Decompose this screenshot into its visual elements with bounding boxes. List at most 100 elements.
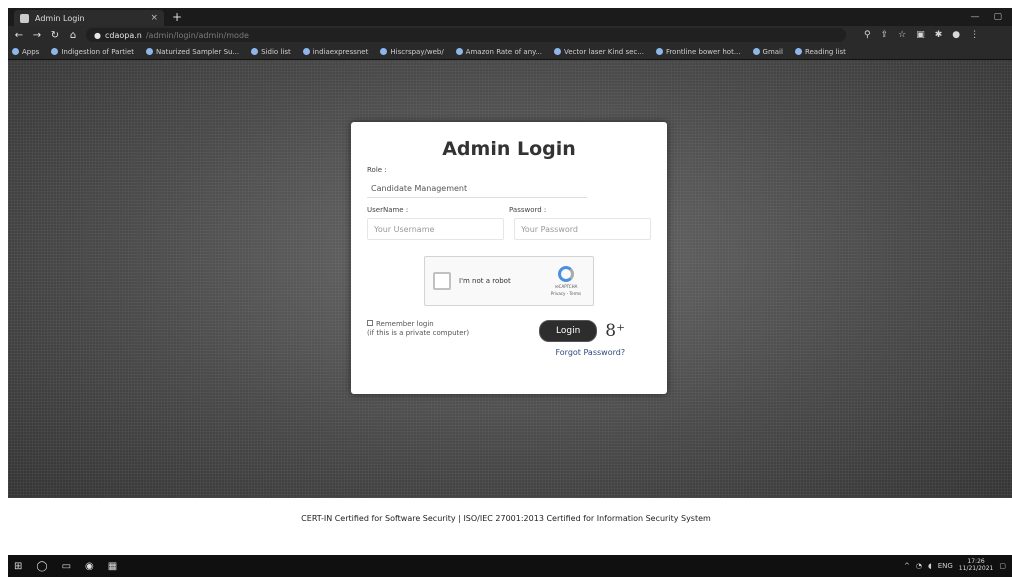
bookmark-label: Amazon Rate of any... [465, 47, 542, 56]
bookmark-icon [51, 48, 59, 55]
remember-login[interactable]: Remember login (if this is a private com… [367, 320, 527, 338]
login-actions: Remember login (if this is a private com… [367, 320, 651, 357]
share-icon[interactable]: ⇪ [881, 30, 889, 40]
volume-icon[interactable]: ◖ [928, 562, 932, 570]
password-label: Password : [509, 206, 547, 214]
bookmark-icon [553, 48, 561, 55]
bookmark-label: Indigestion of Partiet [61, 47, 135, 56]
windows-start-icon[interactable]: ⊞ [14, 561, 22, 572]
recaptcha-badge: reCAPTCHA Privacy - Terms [547, 266, 585, 296]
tab-bar: Admin Login × + — ▢ [8, 8, 1012, 26]
login-button[interactable]: Login [539, 320, 598, 342]
bookmark-item[interactable]: Indigestion of Partiet [51, 48, 134, 56]
search-icon[interactable]: ⚲ [864, 30, 871, 40]
bookmarks-bar: Apps Indigestion of Partiet Naturized Samp… [8, 44, 1012, 60]
bookmark-label: Vector laser Kind sec... [563, 47, 644, 56]
bookmark-item[interactable]: Frontline bower hot... [655, 47, 741, 56]
profile-icon[interactable]: ● [952, 30, 960, 40]
password-input[interactable]: Your Password [514, 218, 651, 240]
taskbar: ⊞ ◯ ▭ ◉ ▦ ^ ◔ ◖ ENG 17:26 11/21/2021 ▢ [8, 555, 1012, 577]
tab-admin-login[interactable]: Admin Login × [14, 10, 164, 26]
remember-checkbox[interactable] [367, 320, 373, 326]
minimize-icon[interactable]: — [970, 12, 979, 22]
bookmark-label: Hiscrspay/web/ [390, 47, 444, 56]
bookmark-label: Apps [22, 47, 40, 56]
new-tab-button[interactable]: + [172, 10, 182, 24]
system-tray: ^ ◔ ◖ ENG 17:26 11/21/2021 ▢ [904, 559, 1006, 572]
url-field[interactable]: ● cdaopa.n /admin/login/admin/mode [86, 28, 846, 42]
tray-arrow-icon[interactable]: ^ [904, 562, 910, 570]
recaptcha-brand: reCAPTCHA [554, 284, 578, 289]
certification-footer: CERT-IN Certified for Software Security … [301, 514, 711, 523]
page-title: Admin Login [442, 138, 576, 160]
bookmark-icon [302, 48, 310, 55]
home-icon[interactable]: ⌂ [68, 30, 78, 41]
menu-icon[interactable]: ⋮ [970, 30, 979, 40]
bookmark-label: Naturized Sampler Su... [156, 47, 240, 56]
puzzle-icon[interactable]: ✱ [935, 30, 943, 40]
login-card: Admin Login Role : Candidate Management … [351, 122, 667, 394]
bookmark-item[interactable]: Sidio list [251, 48, 291, 56]
notification-icon[interactable]: ▢ [999, 562, 1006, 570]
bookmark-label: Sidio list [261, 47, 291, 56]
url-host: cdaopa.n [104, 30, 142, 40]
chrome-taskbar-icon[interactable]: ◉ [85, 561, 94, 572]
app-taskbar-icon[interactable]: ▦ [108, 561, 117, 572]
url-path: /admin/login/admin/mode [145, 30, 249, 40]
credential-labels: UserName : Password : [367, 206, 651, 214]
username-label: UserName : [367, 206, 409, 214]
bookmark-item[interactable]: Amazon Rate of any... [455, 47, 542, 56]
google-plus-icon[interactable]: 8⁺ [605, 321, 625, 341]
search-taskbar-icon[interactable]: ◯ [36, 561, 47, 572]
extension-icon[interactable]: ▣ [916, 30, 925, 40]
bookmark-item[interactable]: Naturized Sampler Su... [146, 48, 239, 56]
bookmark-icon [794, 48, 802, 55]
maximize-icon[interactable]: ▢ [993, 12, 1002, 22]
role-label: Role : [367, 166, 387, 174]
network-icon[interactable]: ◔ [916, 562, 922, 570]
username-input[interactable]: Your Username [367, 218, 504, 240]
login-right-column: Login 8⁺ Forgot Password? [539, 320, 625, 357]
favicon-icon [20, 13, 29, 23]
clock[interactable]: 17:26 11/21/2021 [959, 559, 994, 572]
recaptcha-widget: I'm not a robot reCAPTCHA Privacy - Term… [424, 256, 594, 306]
window-controls: — ▢ [970, 12, 1012, 22]
bookmark-label: Gmail [762, 47, 783, 56]
recaptcha-label: I'm not a robot [459, 277, 511, 285]
bookmark-item[interactable]: Reading list [794, 48, 846, 56]
bookmark-icon [655, 48, 663, 55]
page-background: Admin Login Role : Candidate Management … [8, 60, 1012, 498]
top-strip [0, 0, 1012, 8]
recaptcha-icon [558, 266, 574, 282]
language-indicator[interactable]: ENG [938, 562, 953, 570]
tab-title: Admin Login [35, 13, 85, 23]
recaptcha-links[interactable]: Privacy - Terms [551, 291, 581, 296]
bookmark-item[interactable]: indiaexpressnet [302, 47, 369, 56]
clock-date: 11/21/2021 [958, 565, 994, 572]
forgot-password-link[interactable]: Forgot Password? [555, 348, 625, 357]
address-bar-row: ← → ↻ ⌂ ● cdaopa.n /admin/login/admin/mo… [8, 26, 1012, 44]
bookmark-label: indiaexpressnet [312, 47, 369, 56]
reload-icon[interactable]: ↻ [50, 30, 60, 41]
role-select[interactable]: Candidate Management [367, 180, 587, 198]
bookmark-icon [380, 48, 388, 55]
remember-note: (if this is a private computer) [367, 329, 470, 338]
recaptcha-checkbox[interactable] [433, 272, 451, 290]
bookmark-label: Frontline bower hot... [665, 47, 741, 56]
tab-close-icon[interactable]: × [150, 13, 158, 23]
bookmark-item[interactable]: Vector laser Kind sec... [553, 47, 644, 56]
bookmark-icon [146, 48, 154, 55]
bookmark-item[interactable]: Gmail [752, 47, 783, 56]
credential-inputs: Your Username Your Password [367, 218, 651, 240]
bookmark-item[interactable]: Apps [12, 48, 39, 56]
bookmark-item[interactable]: Hiscrspay/web/ [380, 47, 444, 56]
bookmark-icon [455, 48, 463, 55]
task-view-icon[interactable]: ▭ [62, 561, 71, 572]
star-icon[interactable]: ☆ [898, 30, 906, 40]
forward-icon[interactable]: → [32, 30, 42, 41]
extension-icons: ⚲ ⇪ ☆ ▣ ✱ ● ⋮ [864, 30, 979, 40]
bookmark-icon [752, 48, 760, 55]
browser-window: Admin Login × + — ▢ ← → ↻ ⌂ ● cdaopa.n /… [8, 8, 1012, 498]
back-icon[interactable]: ← [14, 30, 24, 41]
login-button-row: Login 8⁺ [539, 320, 625, 342]
